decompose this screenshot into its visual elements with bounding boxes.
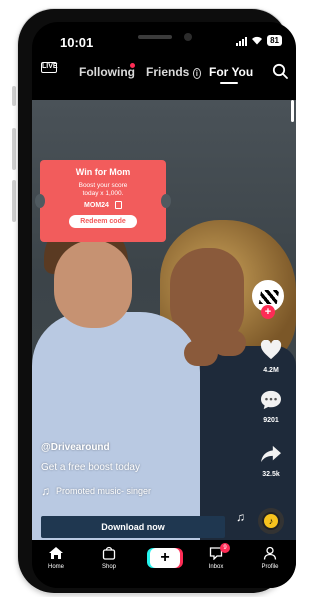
video-hand	[184, 340, 218, 366]
creator-logo-icon	[258, 290, 280, 304]
inbox-badge: 9	[220, 543, 230, 553]
top-nav: LIVE Following Friends i For You	[32, 58, 296, 88]
status-bar: 10:01 81	[32, 22, 296, 58]
promo-subtitle-line1: Boost your score	[78, 182, 128, 189]
tab-friends-label: Friends	[146, 65, 190, 79]
copy-icon[interactable]	[114, 201, 122, 209]
promo-subtitle-line2: today x 1,000.	[82, 190, 124, 197]
comment-button[interactable]: 9201	[254, 390, 288, 424]
music-note-icon: ♪	[264, 514, 278, 528]
tab-following[interactable]: Following	[79, 65, 135, 79]
create-button[interactable]: +	[150, 548, 180, 568]
create-icon: +	[160, 549, 170, 566]
following-notification-dot	[130, 63, 135, 68]
promo-coupon-card: Win for Mom Boost your score today x 1,0…	[35, 160, 171, 242]
bottom-nav-inbox-label: Inbox	[208, 564, 224, 570]
scroll-indicator	[291, 100, 294, 122]
bottom-nav-inbox[interactable]: 9 Inbox	[194, 543, 238, 570]
bottom-nav-home-label: Home	[47, 564, 64, 570]
phone-side-button	[12, 180, 16, 222]
tab-friends[interactable]: Friends i	[146, 65, 201, 79]
caption-username[interactable]: @Drivearound	[41, 442, 110, 453]
comment-icon	[261, 390, 281, 410]
bottom-nav-shop[interactable]: Shop	[87, 546, 131, 570]
share-count: 32.5k	[262, 471, 280, 478]
bottom-nav-home[interactable]: Home	[34, 546, 78, 570]
home-icon	[49, 547, 63, 559]
live-button[interactable]: LIVE	[40, 62, 58, 73]
music-row[interactable]: ♫ Promoted music- singer	[41, 484, 151, 498]
search-icon[interactable]	[272, 63, 288, 79]
music-disc[interactable]: ♪	[258, 508, 284, 534]
heart-icon	[260, 339, 282, 360]
follow-plus-button[interactable]: +	[261, 305, 275, 319]
bottom-nav: Home Shop + 9 Inbox Profile	[32, 540, 296, 588]
promo-code: MOM24	[84, 201, 109, 209]
phone-screen: 10:01 81 LIVE Following Friends i For Yo…	[32, 22, 296, 588]
status-icons: 81	[236, 35, 282, 46]
share-button[interactable]: 32.5k	[254, 444, 288, 478]
bottom-nav-profile-label: Profile	[261, 564, 279, 570]
music-icon: ♫	[41, 484, 50, 498]
redeem-code-button[interactable]: Redeem code	[69, 215, 137, 228]
active-tab-indicator	[220, 82, 238, 84]
promo-title: Win for Mom	[75, 167, 131, 177]
download-now-button[interactable]: Download now	[41, 516, 225, 538]
video-person-boy-face	[54, 240, 132, 328]
dynamic-island	[128, 28, 202, 46]
phone-side-button	[12, 128, 16, 170]
battery-indicator: 81	[267, 35, 282, 46]
promo-code-row: MOM24	[40, 201, 166, 209]
like-count: 4.2M	[263, 367, 279, 374]
music-title: Promoted music- singer	[56, 486, 152, 496]
wifi-icon	[252, 36, 263, 45]
live-icon: LIVE	[41, 62, 58, 73]
bottom-nav-profile[interactable]: Profile	[248, 546, 292, 570]
caption-description: Get a free boost today	[41, 462, 140, 473]
status-time: 10:01	[60, 35, 94, 50]
video-person-boy-shirt	[32, 312, 200, 540]
comment-count: 9201	[263, 417, 279, 424]
share-icon	[261, 445, 281, 463]
signal-icon	[236, 36, 248, 46]
phone-side-button	[12, 86, 16, 106]
shop-icon	[102, 546, 116, 560]
bottom-nav-shop-label: Shop	[101, 564, 116, 570]
music-notes-icon: ♫	[236, 510, 245, 524]
like-button[interactable]: 4.2M	[254, 339, 288, 374]
info-icon: i	[192, 68, 201, 79]
tab-for-you[interactable]: For You	[209, 65, 253, 79]
profile-icon	[263, 546, 277, 560]
